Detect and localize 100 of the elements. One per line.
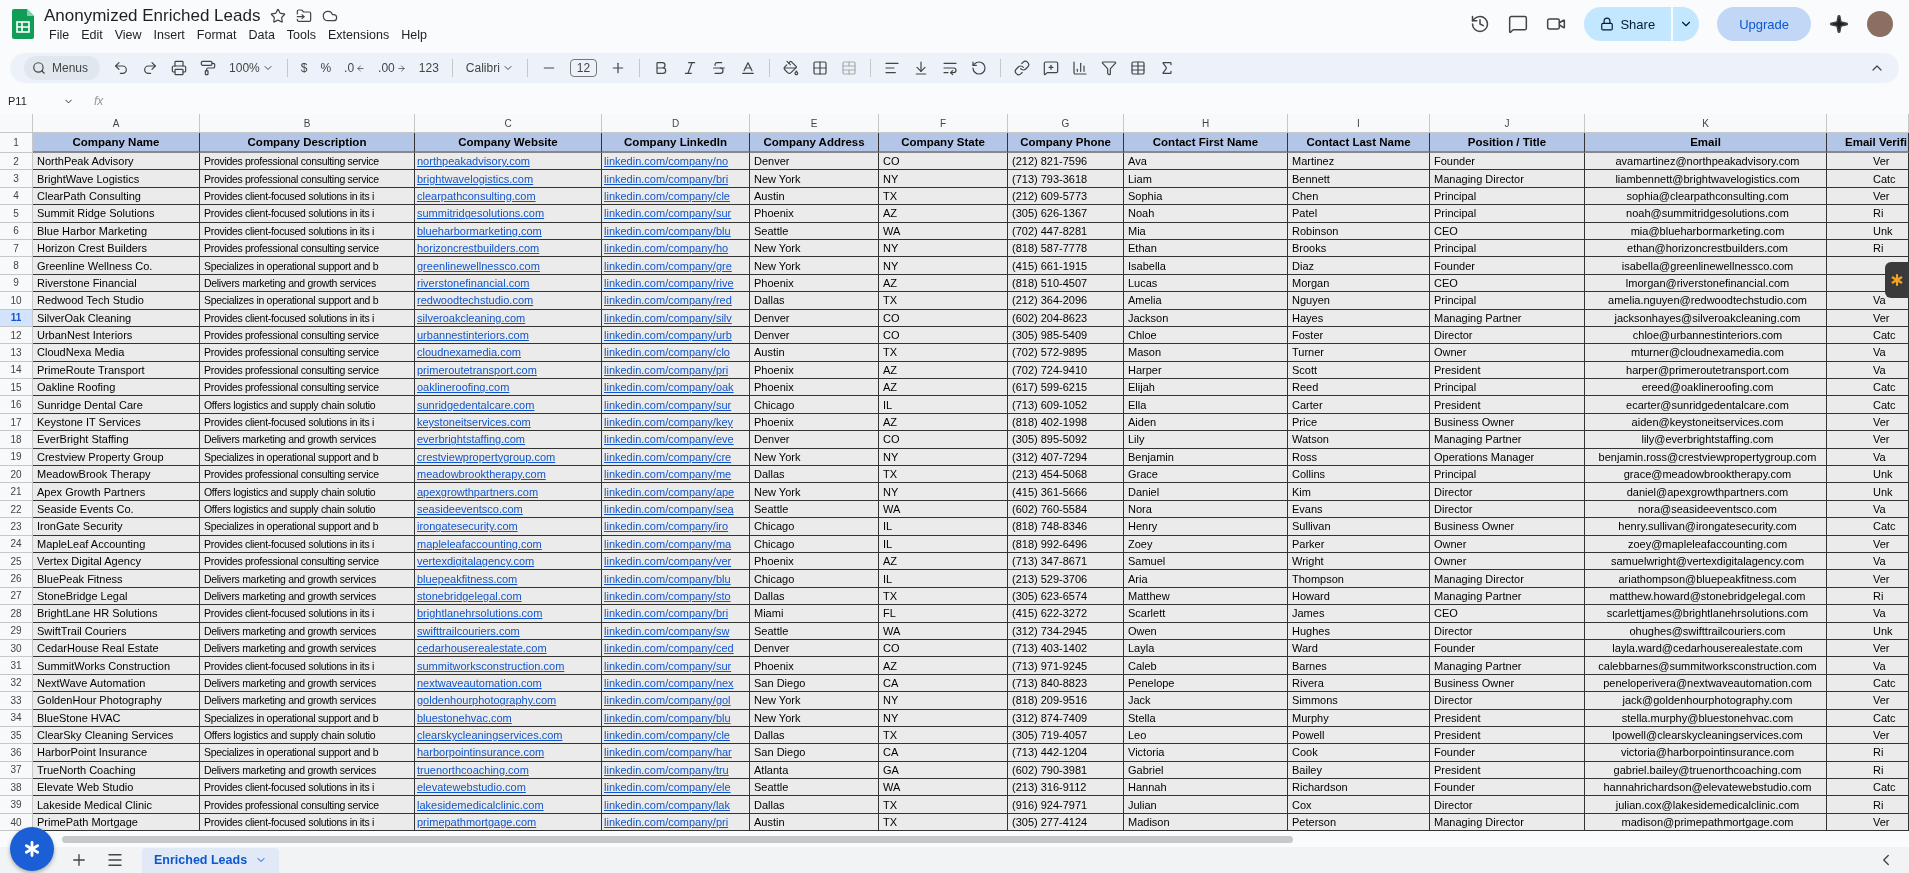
cloud-icon[interactable] [322,8,339,24]
link-cell[interactable]: linkedin.com/company/iro [602,518,750,536]
menu-item[interactable]: Insert [148,28,190,42]
column-header[interactable]: J [1430,114,1585,133]
row-number[interactable]: 36 [0,744,33,762]
row-number[interactable]: 26 [0,570,33,588]
link-cell[interactable]: linkedin.com/company/oak [602,379,750,397]
link-cell[interactable]: cloudnexamedia.com [415,344,602,362]
row-number[interactable]: 13 [0,344,33,362]
rotate-icon[interactable] [971,60,988,76]
row-number[interactable]: 38 [0,779,33,797]
column-header[interactable]: G [1008,114,1124,133]
link-cell[interactable]: apexgrowthpartners.com [415,483,602,501]
column-header[interactable]: K [1585,114,1827,133]
column-header[interactable]: F [879,114,1008,133]
chart-icon[interactable] [1072,60,1089,76]
side-widget[interactable] [1885,262,1909,298]
link-cell[interactable]: linkedin.com/company/no [602,153,750,171]
currency-format[interactable]: $ [300,61,308,75]
link-cell[interactable]: northpeakadvisory.com [415,153,602,171]
link-cell[interactable]: bluepeakfitness.com [415,570,602,588]
menu-item[interactable]: Edit [76,28,108,42]
print-icon[interactable] [171,60,188,76]
link-cell[interactable]: irongatesecurity.com [415,518,602,536]
row-number[interactable]: 33 [0,692,33,710]
link-cell[interactable]: harborpointinsurance.com [415,744,602,762]
link-cell[interactable]: brightlanehrsolutions.com [415,605,602,623]
scrollbar[interactable] [62,835,1293,843]
link-cell[interactable]: linkedin.com/company/har [602,744,750,762]
wrap-icon[interactable] [942,60,959,76]
menu-item[interactable]: View [109,28,147,42]
link-cell[interactable]: linkedin.com/company/gol [602,692,750,710]
link-cell[interactable]: linkedin.com/company/sur [602,657,750,675]
menu-item[interactable]: Format [191,28,242,42]
font-select[interactable]: Calibri [465,61,514,75]
sparkle-icon[interactable] [1829,14,1849,34]
column-header[interactable]: E [750,114,879,133]
strikethrough-icon[interactable] [711,60,728,76]
link-cell[interactable]: redwoodtechstudio.com [415,292,602,310]
decrease-decimal[interactable]: .0 [344,61,366,75]
undo-icon[interactable] [113,60,130,76]
link-cell[interactable]: linkedin.com/company/sur [602,205,750,223]
document-title[interactable]: Anonymized Enriched Leads [44,6,261,26]
font-size-field[interactable]: 12 [569,59,598,77]
percent-format[interactable]: % [320,61,332,75]
menu-item[interactable]: Help [396,28,432,42]
zoom-select[interactable]: 100% [229,61,274,75]
share-button[interactable]: Share [1584,7,1672,41]
name-box[interactable]: P11 [8,95,74,107]
row-number[interactable]: 39 [0,796,33,814]
link-cell[interactable]: oaklineroofing.com [415,379,602,397]
link-cell[interactable]: linkedin.com/company/red [602,292,750,310]
link-cell[interactable]: linkedin.com/company/me [602,466,750,484]
table-icon[interactable] [1130,60,1147,76]
link-icon[interactable] [1014,60,1031,76]
folder-icon[interactable] [296,8,313,24]
upgrade-button[interactable]: Upgrade [1717,7,1811,41]
redo-icon[interactable] [142,60,159,76]
text-color-icon[interactable] [740,60,757,76]
column-header[interactable]: I [1288,114,1430,133]
row-number[interactable]: 21 [0,483,33,501]
column-header[interactable]: D [602,114,750,133]
star-icon[interactable] [270,8,287,24]
link-cell[interactable]: linkedin.com/company/sur [602,396,750,414]
paint-format-icon[interactable] [200,60,217,76]
link-cell[interactable]: linkedin.com/company/ape [602,483,750,501]
row-number[interactable]: 31 [0,657,33,675]
link-cell[interactable]: linkedin.com/company/clo [602,344,750,362]
link-cell[interactable]: meadowbrooktherapy.com [415,466,602,484]
filter-icon[interactable] [1101,60,1118,76]
row-number[interactable]: 8 [0,257,33,275]
link-cell[interactable]: everbrightstaffing.com [415,431,602,449]
number-format[interactable]: 123 [418,61,439,75]
row-number[interactable]: 16 [0,396,33,414]
link-cell[interactable]: lakesidemedicalclinic.com [415,796,602,814]
link-cell[interactable]: linkedin.com/company/blu [602,570,750,588]
link-cell[interactable]: sunridgedentalcare.com [415,396,602,414]
menu-item[interactable]: File [44,28,75,42]
row-number[interactable]: 10 [0,292,33,310]
fill-color-icon[interactable] [783,60,800,76]
link-cell[interactable]: greenlinewellnessco.com [415,257,602,275]
link-cell[interactable]: linkedin.com/company/ele [602,779,750,797]
comment-icon[interactable] [1508,14,1529,34]
sheet-tab[interactable]: Enriched Leads [142,847,280,873]
row-number[interactable]: 15 [0,379,33,397]
row-number[interactable]: 20 [0,466,33,484]
borders-icon[interactable] [812,60,829,76]
align-icon[interactable] [884,60,901,76]
link-cell[interactable]: linkedin.com/company/lak [602,796,750,814]
link-cell[interactable]: goldenhourphotography.com [415,692,602,710]
link-cell[interactable]: linkedin.com/company/eve [602,431,750,449]
menu-item[interactable]: Tools [281,28,322,42]
add-comment-icon[interactable] [1043,60,1060,76]
row-number[interactable]: 2 [0,153,33,171]
avatar[interactable] [1867,11,1893,37]
menu-item[interactable]: Extensions [323,28,395,42]
link-cell[interactable]: linkedin.com/company/bri [602,170,750,188]
increase-decimal[interactable]: .00 [378,61,406,75]
link-cell[interactable]: brightwavelogistics.com [415,170,602,188]
link-cell[interactable]: summitridgesolutions.com [415,205,602,223]
